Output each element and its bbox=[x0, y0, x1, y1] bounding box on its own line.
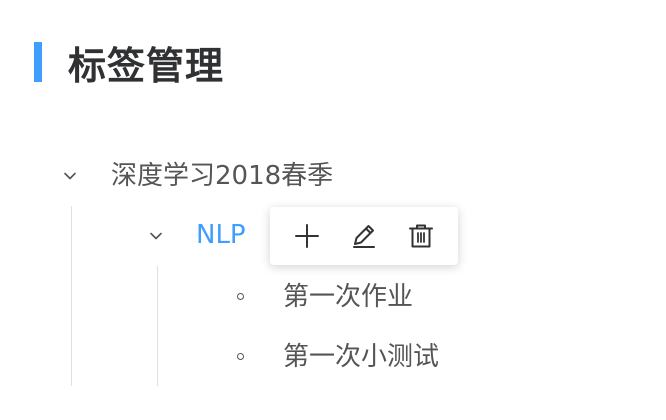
chevron-down-icon[interactable] bbox=[148, 228, 164, 244]
chevron-down-icon[interactable] bbox=[62, 168, 78, 184]
tree-leaf-label[interactable]: 第一次小测试 bbox=[283, 341, 439, 373]
page-header: 标签管理 bbox=[34, 40, 224, 88]
tree-guide-line bbox=[157, 266, 158, 386]
edit-button[interactable] bbox=[344, 216, 384, 256]
tree-node-label[interactable]: 深度学习2018春季 bbox=[111, 160, 333, 192]
tree-leaf-label[interactable]: 第一次作业 bbox=[283, 281, 413, 313]
delete-button[interactable] bbox=[401, 216, 441, 256]
trash-icon bbox=[407, 222, 435, 250]
add-button[interactable] bbox=[287, 216, 327, 256]
plus-icon bbox=[293, 222, 321, 250]
tree-guide-line bbox=[71, 206, 72, 386]
circle-bullet-icon bbox=[237, 293, 244, 300]
title-accent-bar bbox=[34, 42, 42, 82]
pencil-icon bbox=[350, 222, 378, 250]
circle-bullet-icon bbox=[237, 353, 244, 360]
tree-node-label-active[interactable]: NLP bbox=[196, 219, 246, 251]
page-title: 标签管理 bbox=[68, 43, 225, 88]
node-action-popover bbox=[270, 207, 458, 265]
